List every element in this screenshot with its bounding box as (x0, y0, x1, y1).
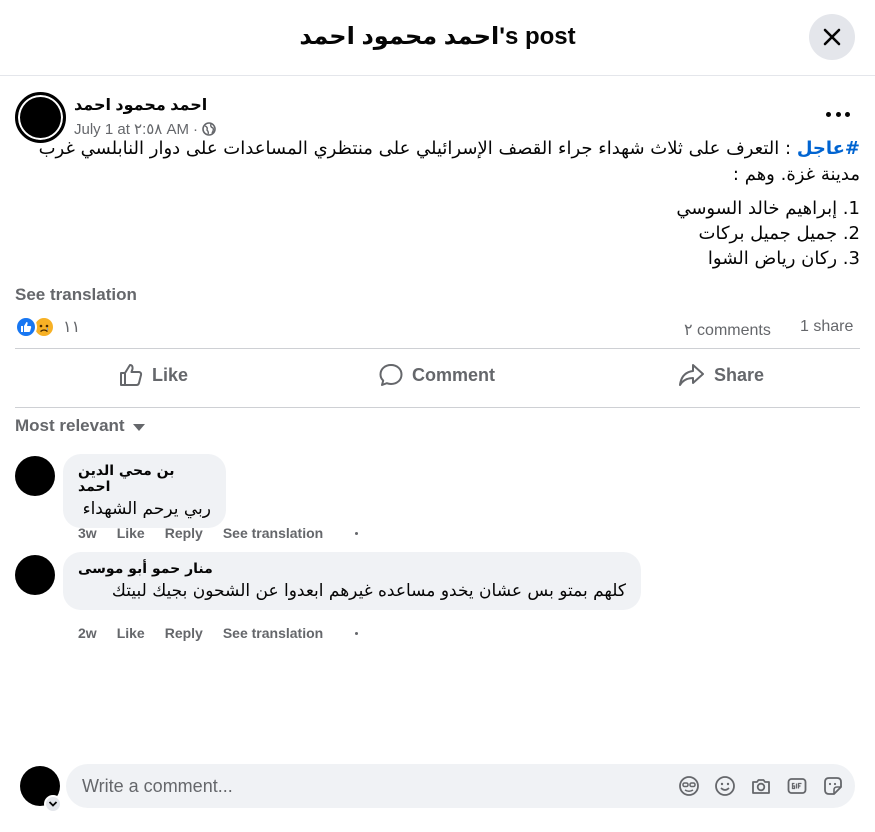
dialog-title: احمد محمود احمد's post (299, 23, 576, 50)
reaction-count: ١١ (63, 319, 81, 336)
close-button[interactable] (809, 14, 855, 60)
share-icon (679, 364, 704, 386)
more-options-button[interactable] (826, 104, 850, 124)
like-reaction-icon (15, 316, 37, 338)
share-count[interactable]: 1 share (800, 318, 853, 336)
emoji-icon[interactable] (713, 774, 737, 798)
comment-time[interactable]: 2w (78, 625, 97, 641)
comment-actions: 3w Like Reply See translation (78, 525, 359, 541)
like-label: Like (152, 364, 189, 385)
chevron-down-icon (48, 801, 58, 807)
avatar-sticker-icon[interactable] (677, 774, 701, 798)
comment-bubble: منار حمو أبو موسى كلهم بمتو بس عشان يخدو… (63, 552, 641, 610)
globe-icon (202, 122, 216, 136)
more-dot-icon (835, 111, 841, 117)
comment-sort-dropdown[interactable]: Most relevant (15, 416, 145, 436)
dialog-header: احمد محمود احمد's post (0, 0, 875, 76)
more-dot-icon (826, 111, 831, 117)
comment-see-translation[interactable]: See translation (223, 625, 323, 641)
see-translation-link[interactable]: See translation (15, 285, 137, 305)
sort-label: Most relevant (15, 416, 125, 435)
comment-see-translation[interactable]: See translation (223, 525, 323, 541)
share-label: Share (714, 364, 765, 385)
comment-label: Comment (412, 364, 496, 385)
close-icon (823, 28, 841, 46)
sticker-icon[interactable] (821, 774, 845, 798)
comment-like-button[interactable]: Like (117, 525, 145, 541)
comment-reply-button[interactable]: Reply (165, 625, 203, 641)
post-body: #عاجل : التعرف على ثلاث شهداء جراء القصف… (15, 136, 860, 188)
comment-text: ربي يرحم الشهداء (82, 499, 211, 519)
list-item: 2. جميل جميل بركات (698, 223, 860, 244)
commenter-name[interactable]: بن محي الدين احمد (78, 463, 211, 495)
comment-icon (379, 364, 403, 386)
like-button[interactable]: Like (118, 362, 188, 388)
commenter-avatar[interactable] (15, 555, 55, 595)
comment-input[interactable] (82, 764, 662, 808)
comment-button[interactable]: Comment (378, 362, 495, 388)
list-item: 3. ركان رياض الشوا (707, 248, 860, 269)
profile-switcher-button[interactable] (44, 795, 62, 813)
share-button[interactable]: Share (678, 362, 764, 388)
gif-icon[interactable] (785, 774, 809, 798)
composer-tools (677, 774, 845, 798)
separator-dot (355, 531, 359, 535)
like-icon (120, 364, 143, 386)
comment-actions: 2w Like Reply See translation (78, 625, 359, 641)
hashtag-link[interactable]: #عاجل (797, 138, 860, 159)
comment-composer (66, 764, 855, 808)
author-name[interactable]: احمد محمود احمد (74, 95, 207, 115)
comment-reply-button[interactable]: Reply (165, 525, 203, 541)
comment-count[interactable]: ٢ comments (684, 318, 784, 344)
comment-like-button[interactable]: Like (117, 625, 145, 641)
commenter-name[interactable]: منار حمو أبو موسى (78, 561, 626, 577)
camera-icon[interactable] (749, 774, 773, 798)
separator-dot (355, 631, 359, 635)
meta-separator: · (193, 120, 199, 138)
divider (15, 348, 860, 349)
more-dot-icon (845, 111, 850, 117)
comment-bubble: بن محي الدين احمد ربي يرحم الشهداء (63, 454, 226, 528)
commenter-avatar[interactable] (15, 456, 55, 496)
comment-text: كلهم بمتو بس عشان يخدو مساعده غيرهم ابعد… (111, 581, 626, 601)
caret-down-icon (132, 423, 145, 431)
list-item: 1. إبراهيم خالد السوسي (676, 198, 860, 219)
post-body-text: : التعرف على ثلاث شهداء جراء القصف الإسر… (38, 138, 860, 185)
divider (15, 407, 860, 408)
post-list: 1. إبراهيم خالد السوسي 2. جميل جميل بركا… (15, 196, 860, 271)
reaction-summary[interactable]: ١١ (15, 316, 80, 338)
comment-time[interactable]: 3w (78, 525, 97, 541)
